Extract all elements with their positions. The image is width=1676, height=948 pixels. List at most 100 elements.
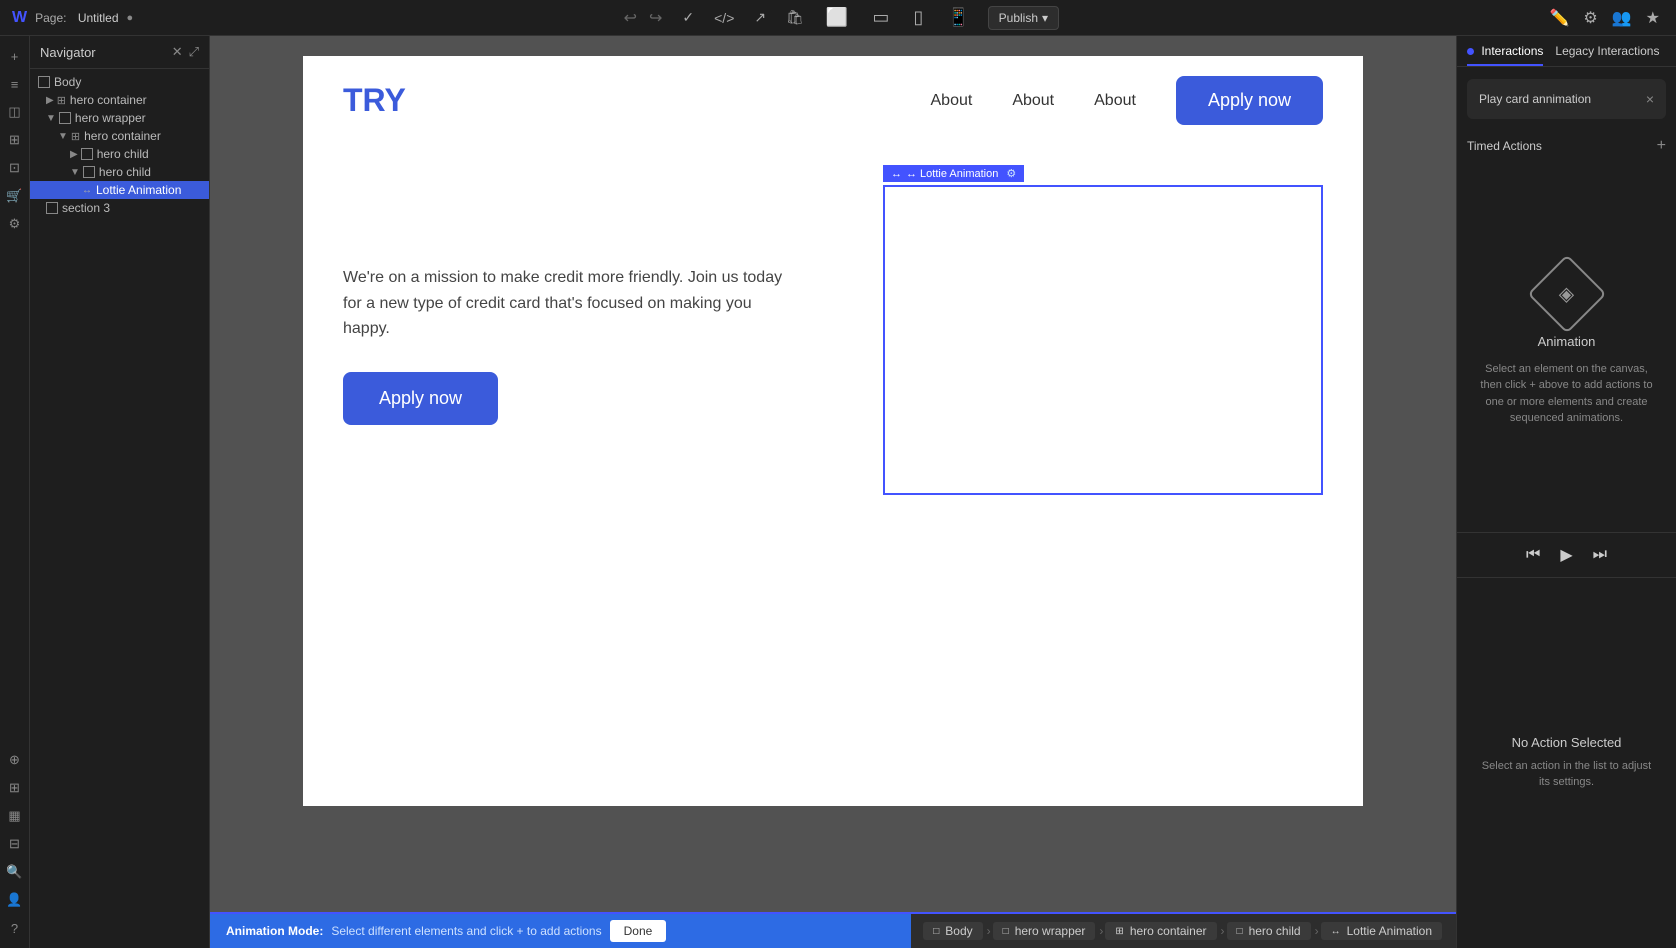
webflow-logo: W: [12, 9, 27, 27]
tab-interactions-dot: [1467, 48, 1474, 55]
nav-item-section-3[interactable]: section 3: [30, 199, 209, 217]
layers-icon[interactable]: ◫: [3, 100, 27, 124]
arrow-icon: ▶: [46, 95, 54, 106]
nav-item-hero-child-1[interactable]: ▶ hero child: [30, 145, 209, 163]
breadcrumb-hero-child[interactable]: □ hero child: [1227, 922, 1311, 940]
expand-navigator-icon[interactable]: ⤢: [189, 44, 199, 60]
ecommerce-nav-icon[interactable]: 🛒: [3, 184, 27, 208]
canvas-frame: TRY About About About Apply now We're on…: [210, 36, 1456, 912]
arrow-icon: ▼: [58, 131, 68, 142]
nav-link-3[interactable]: About: [1094, 92, 1136, 110]
navigator-header-icons: ✕ ⤢: [172, 44, 199, 60]
nav-item-body[interactable]: Body: [30, 73, 209, 91]
nav-item-lottie-animation[interactable]: ↔ Lottie Animation: [30, 181, 209, 199]
breadcrumb-body-label: Body: [945, 924, 972, 938]
next-button[interactable]: ⏭: [1593, 546, 1607, 564]
breadcrumb-arrow-3: ›: [1221, 924, 1225, 938]
star-icon[interactable]: ★: [1642, 4, 1664, 32]
breadcrumb-hch-label: hero child: [1249, 924, 1301, 938]
breadcrumb-body[interactable]: □ Body: [923, 922, 982, 940]
add-timed-action-icon[interactable]: +: [1657, 137, 1666, 155]
nav-item-hero-wrapper[interactable]: ▼ hero wrapper: [30, 109, 209, 127]
playback-controls: ⏮ ▶ ⏭: [1457, 532, 1676, 578]
prev-button[interactable]: ⏮: [1526, 546, 1540, 564]
nav-item-hero-container-2[interactable]: ▼ ⊞ hero container: [30, 127, 209, 145]
ecommerce-icon[interactable]: 🛍: [782, 5, 808, 30]
export-icon[interactable]: ↗: [750, 5, 770, 30]
lottie-label: ↔ ↔ Lottie Animation ⚙: [883, 165, 1024, 182]
pencil-tool-icon[interactable]: ✏️: [1545, 4, 1573, 32]
breadcrumb-lottie-label: Lottie Animation: [1347, 924, 1432, 938]
settings-nav-icon[interactable]: ⚙: [3, 212, 27, 236]
nav-link-2[interactable]: About: [1012, 92, 1054, 110]
diamond-inner-icon: ◈: [1559, 281, 1574, 306]
right-panel-tabs: Interactions Legacy Interactions: [1457, 36, 1676, 67]
tab-legacy-interactions[interactable]: Legacy Interactions: [1555, 44, 1659, 66]
breadcrumb-hw-label: hero wrapper: [1015, 924, 1086, 938]
logo: TRY: [343, 82, 406, 119]
no-action-area: No Action Selected Select an action in t…: [1457, 578, 1676, 948]
team-icon[interactable]: 👤: [3, 888, 27, 912]
bar-chart-icon[interactable]: ▦: [3, 804, 27, 828]
breadcrumb-hero-wrapper[interactable]: □ hero wrapper: [993, 922, 1096, 940]
desktop-device-btn[interactable]: ⬜: [820, 5, 854, 30]
nav-label-hero-wrapper: hero wrapper: [75, 111, 146, 125]
code-icon[interactable]: </>: [710, 6, 738, 30]
breadcrumb-hch-icon: □: [1237, 926, 1243, 937]
lottie-animation-box[interactable]: ↔ ↔ Lottie Animation ⚙: [883, 185, 1323, 495]
checkmark-icon[interactable]: ✓: [678, 5, 698, 30]
tablet-landscape-btn[interactable]: ▭: [866, 5, 895, 30]
nav-link-1[interactable]: About: [931, 92, 973, 110]
play-button[interactable]: ▶: [1560, 545, 1572, 565]
timed-actions-label: Timed Actions: [1467, 139, 1542, 153]
undo-button[interactable]: ↩: [620, 4, 641, 32]
nav-links: About About About Apply now: [931, 76, 1324, 125]
mobile-btn[interactable]: 📱: [941, 5, 975, 30]
unsaved-indicator: ●: [127, 12, 134, 24]
cms-icon[interactable]: ⊡: [3, 156, 27, 180]
hero-description: We're on a mission to make credit more f…: [343, 265, 783, 342]
animation-description: Select an element on the canvas, then cl…: [1477, 361, 1656, 427]
lottie-settings-icon[interactable]: ⚙: [1006, 167, 1016, 180]
icon-bar: + ≡ ◫ ⊞ ⊡ 🛒 ⚙ ⊕ ⊞ ▦ ⊟ 🔍 👤 ?: [0, 36, 30, 948]
animation-title: Animation: [1538, 334, 1596, 349]
apply-now-nav-button[interactable]: Apply now: [1176, 76, 1323, 125]
play-card-label: Play card annimation: [1479, 92, 1591, 106]
navbar: TRY About About About Apply now: [303, 56, 1363, 145]
assets-icon[interactable]: ⊞: [3, 128, 27, 152]
breadcrumb-body-icon: □: [933, 926, 939, 937]
grid-tool-icon[interactable]: ⊞: [3, 776, 27, 800]
breadcrumb-lottie[interactable]: ↔ Lottie Animation: [1321, 922, 1442, 940]
template-icon[interactable]: ⊟: [3, 832, 27, 856]
tablet-btn[interactable]: ▯: [907, 5, 929, 30]
close-navigator-icon[interactable]: ✕: [172, 44, 183, 60]
tab-interactions[interactable]: Interactions: [1467, 44, 1543, 66]
settings-icon[interactable]: ⚙: [1579, 4, 1601, 32]
no-action-description: Select an action in the list to adjust i…: [1477, 758, 1656, 791]
search-icon[interactable]: 🔍: [3, 860, 27, 884]
navigator-header: Navigator ✕ ⤢: [30, 36, 209, 69]
publish-button[interactable]: Publish ▾: [988, 6, 1059, 30]
help-icon[interactable]: ?: [3, 916, 27, 940]
nav-item-hero-child-2[interactable]: ▼ hero child: [30, 163, 209, 181]
breadcrumb-hero-container[interactable]: ⊞ hero container: [1105, 922, 1216, 940]
done-button[interactable]: Done: [610, 920, 667, 942]
add-element-icon[interactable]: +: [3, 44, 27, 68]
nav-item-hero-container-1[interactable]: ▶ ⊞ hero container: [30, 91, 209, 109]
apply-now-hero-button[interactable]: Apply now: [343, 372, 498, 425]
breadcrumb-lottie-icon: ↔: [1331, 926, 1341, 937]
redo-button[interactable]: ↪: [645, 4, 666, 32]
page-label: Page: Untitled: [35, 11, 118, 25]
no-action-title: No Action Selected: [1512, 735, 1622, 750]
breadcrumb-arrow-4: ›: [1315, 924, 1319, 938]
nav-label-hero-child-2: hero child: [99, 165, 151, 179]
navigator-title: Navigator: [40, 45, 96, 60]
navigator-icon[interactable]: ≡: [3, 72, 27, 96]
topbar-left: W Page: Untitled ●: [12, 9, 133, 27]
breadcrumb-area: □ Body › □ hero wrapper › ⊞ hero contain…: [911, 914, 1456, 948]
nav-label-hero-child-1: hero child: [97, 147, 149, 161]
close-play-card-icon[interactable]: ×: [1646, 91, 1654, 107]
users-icon[interactable]: 👥: [1608, 4, 1636, 32]
canvas-tool-icon[interactable]: ⊕: [3, 748, 27, 772]
animation-mode-label: Animation Mode:: [226, 924, 323, 938]
